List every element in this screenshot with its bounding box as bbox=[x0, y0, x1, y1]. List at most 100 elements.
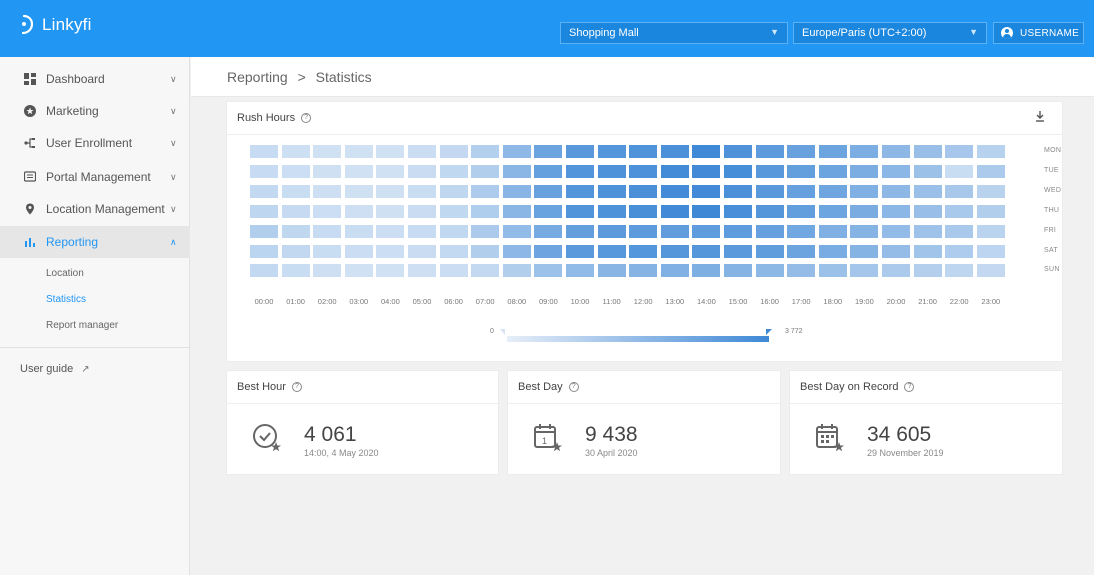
heatmap-cell[interactable] bbox=[471, 264, 500, 278]
heatmap-cell[interactable] bbox=[566, 145, 594, 158]
heatmap-cell[interactable] bbox=[787, 145, 816, 158]
heatmap-cell[interactable] bbox=[692, 224, 721, 238]
heatmap-cell[interactable] bbox=[250, 264, 278, 278]
heatmap-cell[interactable] bbox=[692, 204, 721, 218]
heatmap-cell[interactable] bbox=[818, 184, 847, 198]
heatmap-cell[interactable] bbox=[945, 145, 974, 158]
heatmap-cell[interactable] bbox=[850, 224, 879, 238]
heatmap-cell[interactable] bbox=[755, 224, 784, 238]
heatmap-cell[interactable] bbox=[566, 244, 594, 258]
heatmap-cell[interactable] bbox=[755, 184, 784, 198]
heatmap-cell[interactable] bbox=[660, 224, 689, 238]
heatmap-cell[interactable] bbox=[629, 145, 658, 158]
heatmap-cell[interactable] bbox=[376, 264, 405, 278]
heatmap-cell[interactable] bbox=[313, 164, 342, 178]
heatmap-cell[interactable] bbox=[534, 224, 563, 238]
heatmap-cell[interactable] bbox=[597, 224, 626, 238]
heatmap-cell[interactable] bbox=[408, 244, 436, 258]
help-icon[interactable]: ? bbox=[568, 382, 579, 392]
heatmap-cell[interactable] bbox=[344, 145, 373, 158]
heatmap-cell[interactable] bbox=[787, 184, 816, 198]
heatmap-cell[interactable] bbox=[692, 244, 721, 258]
heatmap-cell[interactable] bbox=[597, 184, 626, 198]
heatmap-cell[interactable] bbox=[250, 164, 278, 178]
heatmap-cell[interactable] bbox=[534, 184, 563, 198]
heatmap-cell[interactable] bbox=[787, 164, 816, 178]
heatmap-cell[interactable] bbox=[882, 184, 910, 198]
heatmap-cell[interactable] bbox=[250, 224, 278, 238]
heatmap-cell[interactable] bbox=[250, 184, 278, 198]
heatmap-cell[interactable] bbox=[913, 184, 942, 198]
heatmap-cell[interactable] bbox=[566, 184, 594, 198]
heatmap-cell[interactable] bbox=[945, 184, 974, 198]
heatmap-cell[interactable] bbox=[755, 264, 784, 278]
heatmap-cell[interactable] bbox=[439, 224, 468, 238]
heatmap-cell[interactable] bbox=[976, 145, 1005, 158]
heatmap-cell[interactable] bbox=[724, 204, 752, 218]
heatmap-cell[interactable] bbox=[408, 204, 436, 218]
heatmap-cell[interactable] bbox=[471, 224, 500, 238]
heatmap-cell[interactable] bbox=[882, 164, 910, 178]
heatmap-cell[interactable] bbox=[313, 264, 342, 278]
user-menu-button[interactable]: USERNAME bbox=[993, 22, 1084, 44]
heatmap-cell[interactable] bbox=[344, 264, 373, 278]
download-icon[interactable] bbox=[1034, 110, 1046, 125]
heatmap-cell[interactable] bbox=[502, 204, 531, 218]
heatmap-cell[interactable] bbox=[439, 204, 468, 218]
heatmap-cell[interactable] bbox=[471, 244, 500, 258]
heatmap-cell[interactable] bbox=[250, 145, 278, 158]
heatmap-cell[interactable] bbox=[976, 224, 1005, 238]
heatmap-cell[interactable] bbox=[471, 204, 500, 218]
heatmap-cell[interactable] bbox=[882, 145, 910, 158]
heatmap-cell[interactable] bbox=[439, 244, 468, 258]
heatmap-cell[interactable] bbox=[502, 244, 531, 258]
heatmap-cell[interactable] bbox=[534, 204, 563, 218]
heatmap-cell[interactable] bbox=[376, 224, 405, 238]
heatmap-cell[interactable] bbox=[281, 164, 310, 178]
heatmap-cell[interactable] bbox=[629, 224, 658, 238]
heatmap-cell[interactable] bbox=[566, 164, 594, 178]
heatmap-cell[interactable] bbox=[250, 244, 278, 258]
heatmap-cell[interactable] bbox=[313, 244, 342, 258]
heatmap-cell[interactable] bbox=[502, 264, 531, 278]
heatmap-cell[interactable] bbox=[629, 244, 658, 258]
heatmap-cell[interactable] bbox=[597, 264, 626, 278]
user-guide-link[interactable]: User guide ↗ bbox=[20, 363, 90, 375]
heatmap-cell[interactable] bbox=[660, 145, 689, 158]
heatmap-cell[interactable] bbox=[692, 145, 721, 158]
heatmap-cell[interactable] bbox=[945, 224, 974, 238]
help-icon[interactable]: ? bbox=[291, 382, 302, 392]
heatmap-cell[interactable] bbox=[724, 224, 752, 238]
heatmap-cell[interactable] bbox=[913, 224, 942, 238]
heatmap-cell[interactable] bbox=[913, 164, 942, 178]
heatmap-cell[interactable] bbox=[344, 244, 373, 258]
heatmap-cell[interactable] bbox=[755, 164, 784, 178]
heatmap-cell[interactable] bbox=[850, 204, 879, 218]
heatmap-cell[interactable] bbox=[313, 224, 342, 238]
heatmap-cell[interactable] bbox=[439, 184, 468, 198]
heatmap-cell[interactable] bbox=[882, 264, 910, 278]
heatmap-cell[interactable] bbox=[660, 204, 689, 218]
heatmap-cell[interactable] bbox=[534, 244, 563, 258]
heatmap-cell[interactable] bbox=[882, 204, 910, 218]
heatmap-cell[interactable] bbox=[408, 184, 436, 198]
heatmap-cell[interactable] bbox=[755, 204, 784, 218]
heatmap-cell[interactable] bbox=[534, 264, 563, 278]
heatmap-cell[interactable] bbox=[818, 224, 847, 238]
heatmap-cell[interactable] bbox=[818, 204, 847, 218]
app-logo[interactable]: Linkyfi bbox=[18, 14, 92, 36]
heatmap-cell[interactable] bbox=[629, 184, 658, 198]
heatmap-cell[interactable] bbox=[281, 224, 310, 238]
heatmap-cell[interactable] bbox=[913, 264, 942, 278]
heatmap-cell[interactable] bbox=[376, 184, 405, 198]
heatmap-cell[interactable] bbox=[755, 145, 784, 158]
heatmap-cell[interactable] bbox=[376, 145, 405, 158]
heatmap-cell[interactable] bbox=[344, 164, 373, 178]
heatmap-cell[interactable] bbox=[976, 244, 1005, 258]
heatmap-cell[interactable] bbox=[281, 184, 310, 198]
heatmap-cell[interactable] bbox=[534, 164, 563, 178]
heatmap-cell[interactable] bbox=[281, 145, 310, 158]
heatmap-cell[interactable] bbox=[945, 244, 974, 258]
heatmap-cell[interactable] bbox=[597, 204, 626, 218]
heatmap-cell[interactable] bbox=[913, 145, 942, 158]
